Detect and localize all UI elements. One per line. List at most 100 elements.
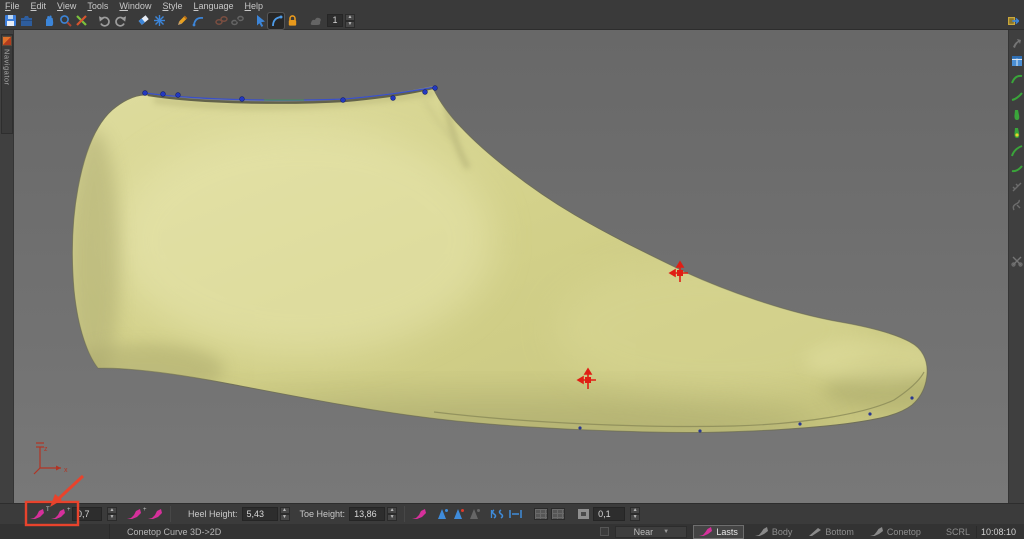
last-add-icon[interactable] [127,509,142,520]
conetop-icon [870,527,884,537]
pan-hand-icon[interactable] [41,13,57,29]
lock-icon[interactable] [284,13,300,29]
chevron-down-icon: ▼ [663,529,669,535]
section-icon[interactable] [1010,198,1023,211]
detach-icon[interactable] [229,13,245,29]
curve-tool-2-icon[interactable] [1010,90,1023,103]
toe-height-value[interactable]: 13,86 [349,507,385,521]
dock-panel-icon[interactable] [1004,13,1020,29]
distance-icon[interactable] [508,508,523,520]
point-height-2-icon[interactable] [452,508,465,520]
layer-conetop-button[interactable]: Conetop [865,526,926,538]
curve-tool-1-icon[interactable] [1010,72,1023,85]
menu-bar: File Edit View Tools Window Style Langua… [0,0,1024,12]
scroll-lock-indicator: SCRL [946,527,970,537]
last-measure-icon[interactable] [412,509,427,520]
menu-view[interactable]: View [57,1,76,11]
last-icon[interactable] [148,509,163,520]
menu-file[interactable]: File [5,1,20,11]
menu-style[interactable]: Style [162,1,182,11]
last-profile-icon[interactable] [1010,108,1023,121]
layer-bottom-button[interactable]: Bottom [803,526,859,538]
trim-icon[interactable] [151,13,167,29]
undo-icon[interactable] [96,13,112,29]
girth-compare-icon[interactable] [490,508,505,520]
curve-draw-icon[interactable] [190,13,206,29]
navigator-icon [3,37,11,45]
status-segment-empty [0,524,110,539]
view-checkbox[interactable] [600,527,609,536]
grid-view-icon[interactable] [1010,54,1023,67]
grading-step-icon[interactable] [577,508,590,520]
view-distance-value: Near [634,527,654,537]
delete-icon[interactable] [73,13,89,29]
main-toolbar: 1 ▲▼ [0,12,1024,30]
point-height-3-icon[interactable] [468,508,481,520]
grading-spinner[interactable]: ▲▼ [630,507,640,521]
clock: 10:08:10 [976,526,1020,538]
curve-edit-icon[interactable] [268,13,284,29]
repeat-counter-spinner[interactable]: ▲▼ [345,14,355,28]
last-profile-point-icon[interactable] [1010,126,1023,139]
pencil-icon[interactable] [174,13,190,29]
menu-window[interactable]: Window [119,1,151,11]
main-area: Navigator [0,30,1024,503]
save-icon[interactable] [2,13,18,29]
eraser-icon[interactable] [135,13,151,29]
menu-help[interactable]: Help [245,1,264,11]
last-copy-group: + [127,509,163,520]
last-thickness-add-icon[interactable] [51,509,66,520]
thickness-group: T + 0,7 ▲▼ [30,507,117,521]
status-message: Conetop Curve 3D->2D [127,527,221,537]
body-icon [755,527,769,537]
bottom-icon [808,527,822,537]
viewport-3d[interactable]: x z [14,30,1008,503]
grading-group: 0,1 ▲▼ [577,507,640,521]
navigator-tab[interactable]: Navigator [1,34,13,134]
navigator-tab-label: Navigator [3,49,12,86]
zoom-icon[interactable] [57,13,73,29]
curve-tool-3-icon[interactable] [1010,144,1023,157]
heel-height-label: Heel Height: [188,509,238,519]
curve-tool-4-icon[interactable] [1010,162,1023,175]
attach-icon[interactable] [213,13,229,29]
measure-icon[interactable] [1010,180,1023,193]
menu-language[interactable]: Language [193,1,233,11]
heel-height-spinner[interactable]: ▲▼ [280,507,290,521]
thickness-value[interactable]: 0,7 [72,507,102,521]
grading-value[interactable]: 0,1 [593,507,625,521]
menu-tools[interactable]: Tools [87,1,108,11]
axis-gizmo [34,443,61,474]
app-window: File Edit View Tools Window Style Langua… [0,0,1024,539]
scissors-icon[interactable] [1010,254,1023,267]
shoe-last-model: x z [14,30,1008,503]
toe-height-label: Toe Height: [300,509,346,519]
table-view-2-icon[interactable] [551,508,565,520]
layer-body-button[interactable]: Body [750,526,798,538]
status-bar: Conetop Curve 3D->2D Near ▼ Lasts Body B… [0,524,1024,539]
parameter-toolbar: T + 0,7 ▲▼ + Heel Height: 5,43 ▲▼ Toe He… [0,503,1024,524]
last-thickness-icon[interactable] [30,509,45,520]
repeat-counter: 1 ▲▼ [327,14,355,28]
heel-height-value[interactable]: 5,43 [242,507,278,521]
status-right-group: Near ▼ Lasts Body Bottom Conetop SCRL 10… [600,525,1024,539]
transform-icon[interactable] [1010,36,1023,49]
repeat-counter-value[interactable]: 1 [327,14,343,27]
open-icon[interactable] [18,13,34,29]
redo-icon[interactable] [112,13,128,29]
right-tool-strip [1008,30,1024,503]
toe-height-spinner[interactable]: ▲▼ [387,507,397,521]
axis-z-label: z [44,446,48,453]
axis-x-label: x [64,467,68,474]
view-distance-select[interactable]: Near ▼ [615,526,687,538]
table-view-icon[interactable] [534,508,548,520]
thickness-spinner[interactable]: ▲▼ [107,507,117,521]
lasts-icon [699,527,713,537]
measure-tools-group [412,508,565,520]
select-arrow-icon[interactable] [252,13,268,29]
menu-edit[interactable]: Edit [31,1,47,11]
smooth-icon[interactable] [307,13,323,29]
layer-lasts-button[interactable]: Lasts [693,525,744,539]
point-height-icon[interactable] [436,508,449,520]
left-panel-strip: Navigator [0,30,14,503]
